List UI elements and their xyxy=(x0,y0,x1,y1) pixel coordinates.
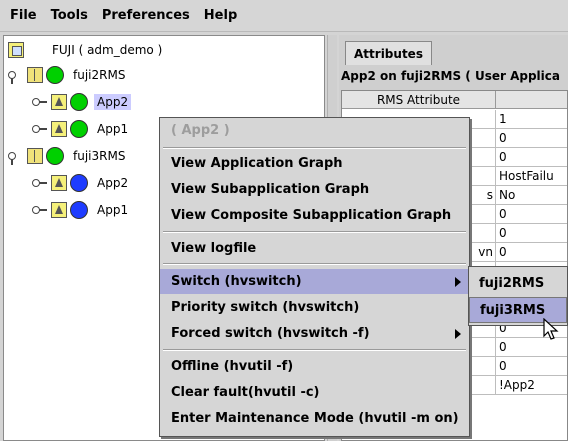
attribute-value-cell: !App2 xyxy=(499,378,535,392)
menu-separator xyxy=(163,231,466,233)
tree-item-app2-offline[interactable]: App2 xyxy=(32,172,131,194)
attribute-value-cell: No xyxy=(499,188,516,202)
submenu-arrow-icon xyxy=(455,329,461,339)
status-online-icon xyxy=(70,93,88,111)
menu-help[interactable]: Help xyxy=(204,8,237,23)
expand-handle-icon[interactable] xyxy=(8,150,24,165)
status-online-icon xyxy=(46,147,64,165)
tree-item-app1-offline[interactable]: App1 xyxy=(32,199,131,221)
expand-handle-icon[interactable] xyxy=(8,69,24,84)
menu-item-view-application-graph[interactable]: View Application Graph xyxy=(160,151,469,176)
column-header-value[interactable] xyxy=(496,91,567,109)
attribute-value-cell: 1 xyxy=(499,112,507,126)
menu-item-offline[interactable]: Offline (hvutil -f) xyxy=(160,354,469,379)
collapse-handle-icon[interactable] xyxy=(32,123,48,135)
attribute-value-cell: HostFailu xyxy=(499,169,554,183)
submenu-item-fuji2rms[interactable]: fuji2RMS xyxy=(469,270,567,296)
menu-item-forced-switch[interactable]: Forced switch (hvswitch -f) xyxy=(160,321,469,346)
menu-bar: File Tools Preferences Help xyxy=(0,0,568,32)
menu-item-view-composite-subapplication-graph[interactable]: View Composite Subapplication Graph xyxy=(160,203,469,228)
collapse-handle-icon[interactable] xyxy=(32,204,48,216)
status-offline-icon xyxy=(70,174,88,192)
status-online-icon xyxy=(46,66,64,84)
column-header-attribute[interactable]: RMS Attribute xyxy=(342,91,496,109)
context-menu: ( App2 ) View Application Graph View Sub… xyxy=(159,117,470,437)
status-online-icon xyxy=(70,120,88,138)
collapse-handle-icon[interactable] xyxy=(32,177,48,189)
tree-item-app2[interactable]: App2 xyxy=(32,91,132,113)
tree-item-label: fuji3RMS xyxy=(73,149,126,163)
submenu-arrow-icon xyxy=(455,277,461,287)
tree-root[interactable]: FUJI ( adm_demo ) xyxy=(8,39,165,61)
menu-item-view-subapplication-graph[interactable]: View Subapplication Graph xyxy=(160,177,469,202)
attribute-value-cell: 0 xyxy=(499,359,507,373)
node-book-icon xyxy=(27,67,43,83)
status-offline-icon xyxy=(70,201,88,219)
node-book-icon xyxy=(27,148,43,164)
switch-submenu: fuji2RMS fuji3RMS xyxy=(468,266,568,326)
menu-item-switch[interactable]: Switch (hvswitch) xyxy=(160,269,469,294)
menu-separator xyxy=(163,147,466,149)
menu-separator xyxy=(163,349,466,351)
menu-item-priority-switch[interactable]: Priority switch (hvswitch) xyxy=(160,295,469,320)
menu-item-clear-fault[interactable]: Clear fault(hvutil -c) xyxy=(160,380,469,405)
tree-item-fuji3rms[interactable]: fuji3RMS xyxy=(8,145,128,167)
panel-title: App2 on fuji2RMS ( User Applica xyxy=(341,69,560,83)
app-warning-icon xyxy=(51,202,67,218)
menu-item-enter-maintenance-mode[interactable]: Enter Maintenance Mode (hvutil -m on) xyxy=(160,406,469,431)
menu-item-label: Switch (hvswitch) xyxy=(171,274,302,289)
collapse-handle-icon[interactable] xyxy=(32,96,48,108)
attribute-value-cell: 0 xyxy=(499,131,507,145)
attribute-value-cell: 0 xyxy=(499,245,507,259)
table-header: RMS Attribute xyxy=(342,91,567,109)
menu-separator xyxy=(163,263,466,265)
cluster-icon xyxy=(8,42,24,58)
attribute-value-cell: 0 xyxy=(499,207,507,221)
mouse-cursor-icon xyxy=(543,318,559,340)
menu-preferences[interactable]: Preferences xyxy=(102,8,190,23)
tree-item-app1[interactable]: App1 xyxy=(32,118,131,140)
app-warning-icon xyxy=(51,121,67,137)
app-warning-icon xyxy=(51,175,67,191)
menu-file[interactable]: File xyxy=(10,8,37,23)
menu-tools[interactable]: Tools xyxy=(51,8,88,23)
tree-item-fuji2rms[interactable]: fuji2RMS xyxy=(8,64,128,86)
tree-root-label: FUJI ( adm_demo ) xyxy=(52,43,163,57)
tree-item-label: App1 xyxy=(97,203,129,217)
tree-item-label: App2 xyxy=(97,176,129,190)
tree-item-label: App2 xyxy=(94,94,132,110)
tree-item-label: App1 xyxy=(97,122,129,136)
attribute-value-cell: 0 xyxy=(499,150,507,164)
menu-item-label: Forced switch (hvswitch -f) xyxy=(171,326,370,341)
app-warning-icon xyxy=(51,94,67,110)
attribute-value-cell: 0 xyxy=(499,226,507,240)
context-menu-header: ( App2 ) xyxy=(171,123,230,138)
tree-item-label: fuji2RMS xyxy=(73,68,126,82)
tab-attributes[interactable]: Attributes xyxy=(345,41,432,65)
menu-item-view-logfile[interactable]: View logfile xyxy=(160,236,469,261)
